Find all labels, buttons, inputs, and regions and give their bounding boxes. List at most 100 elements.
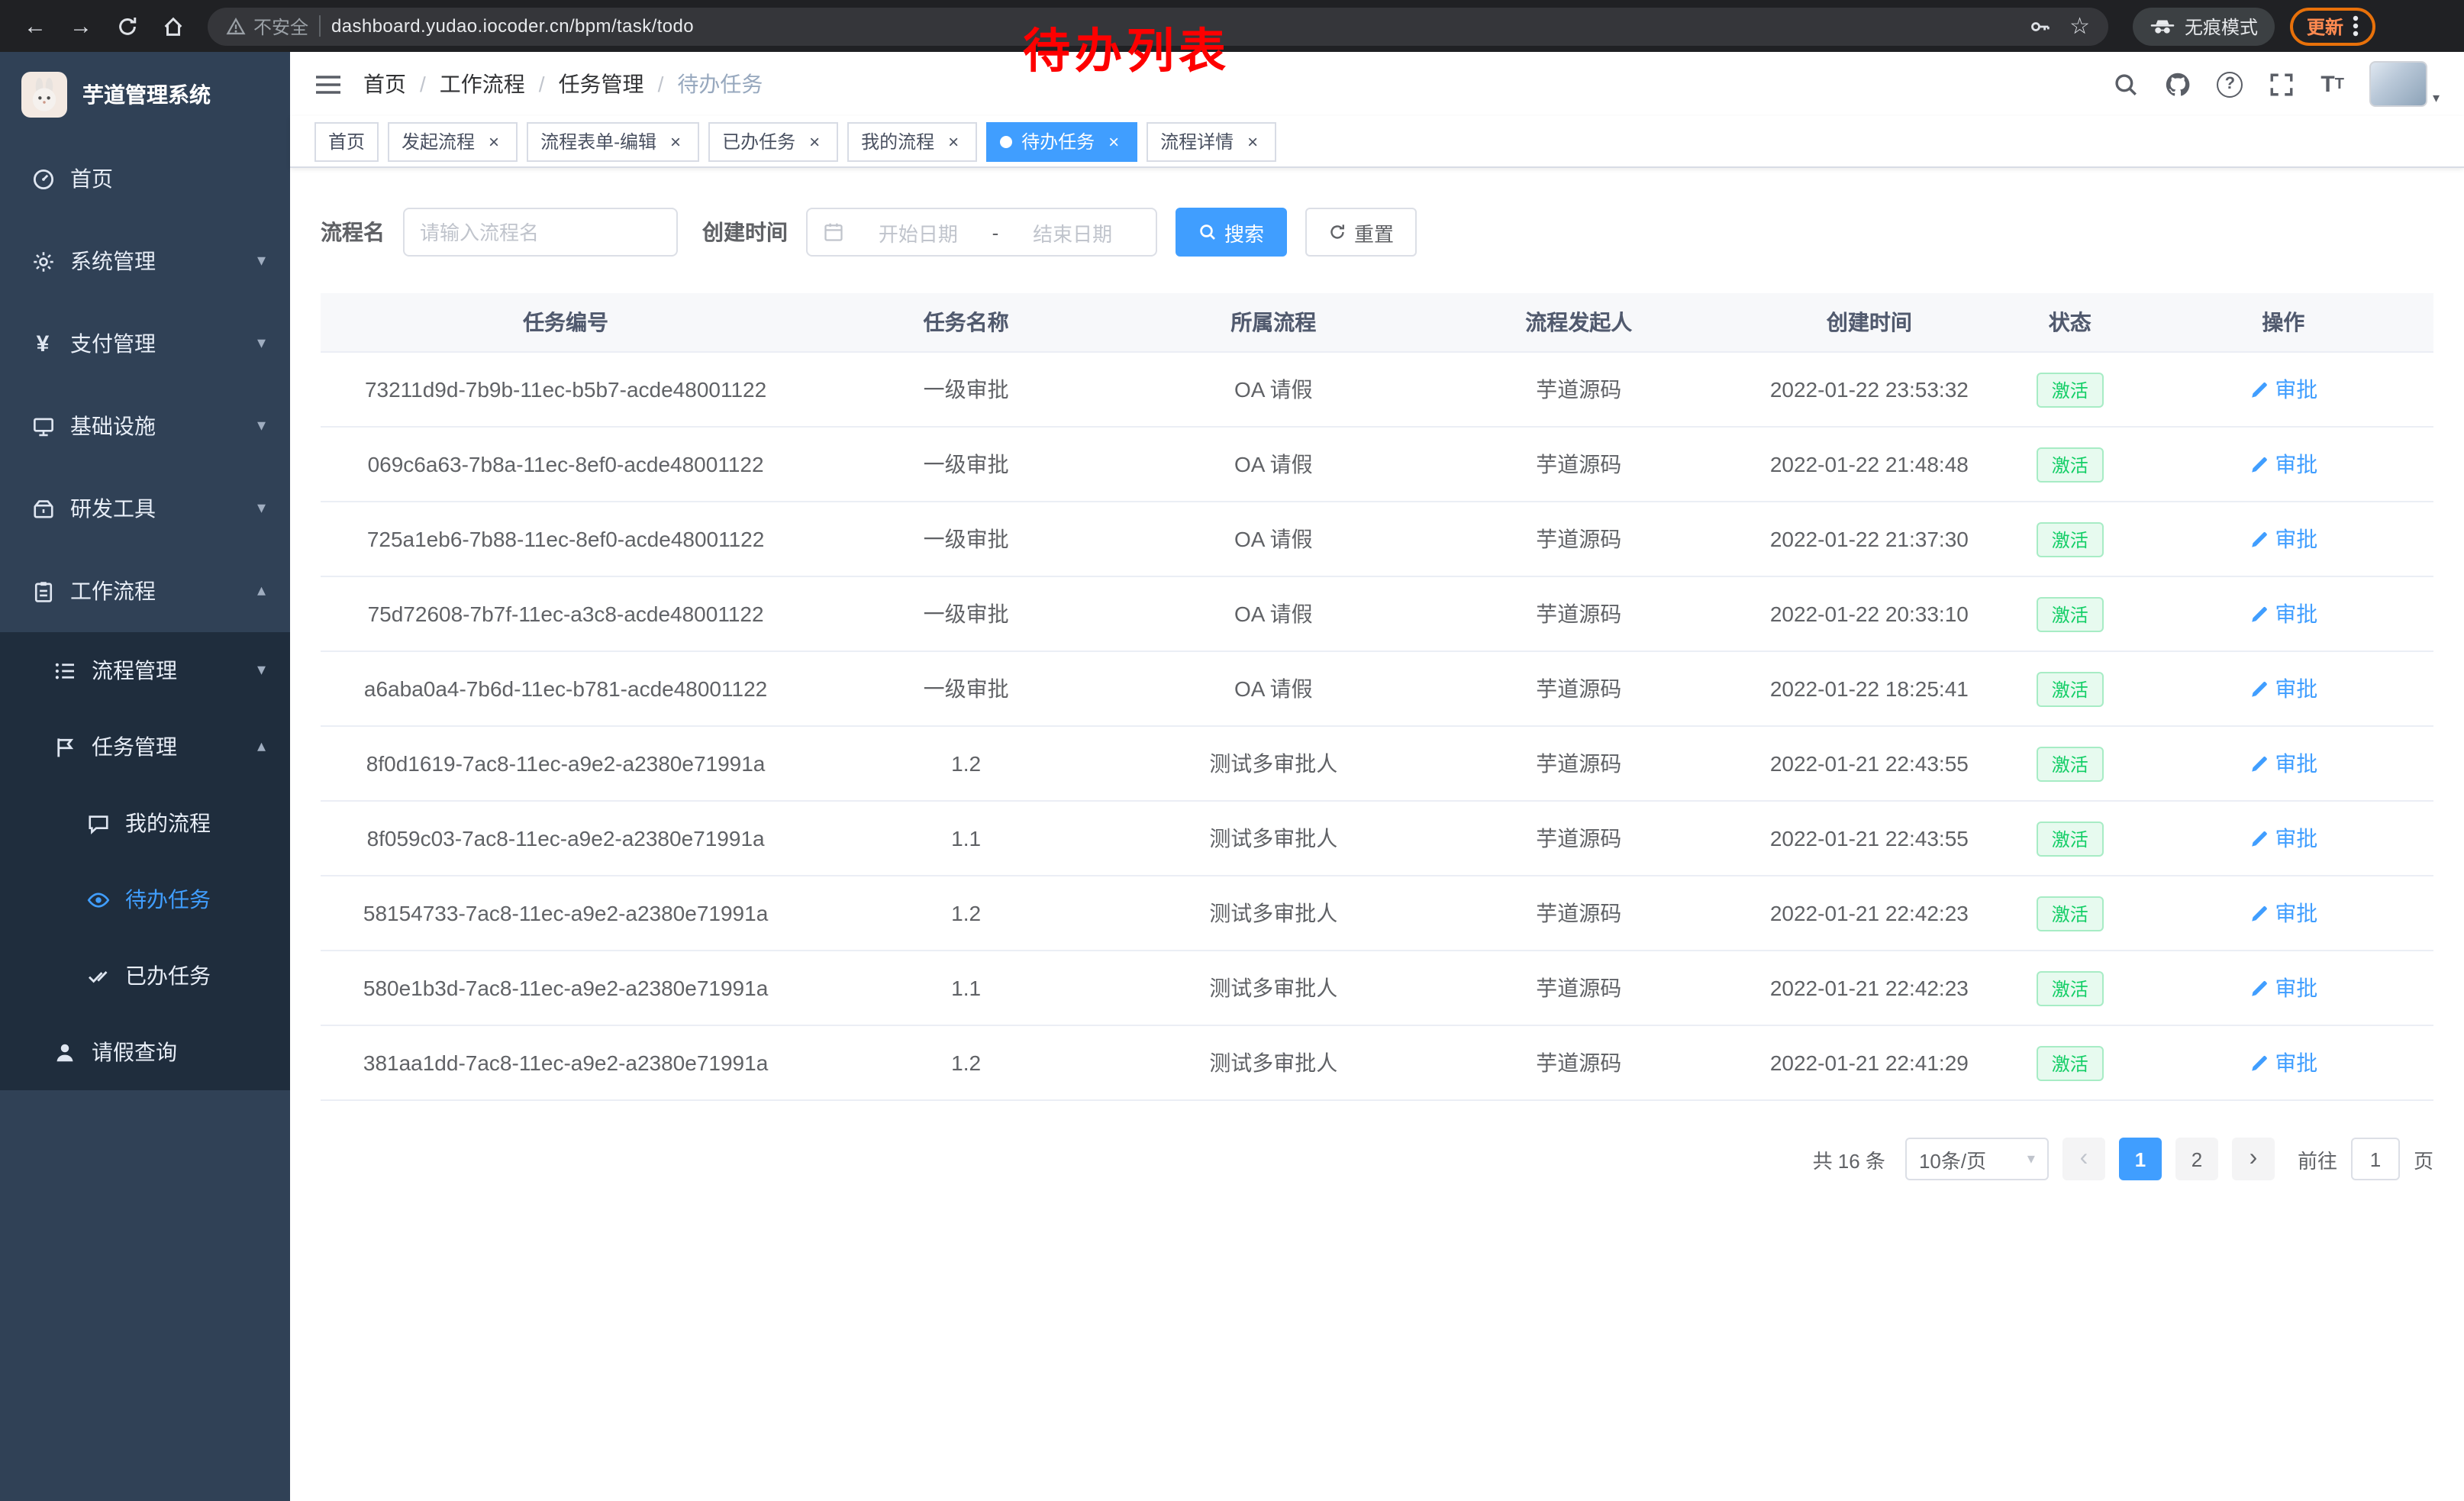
tab-form-edit[interactable]: 流程表单-编辑 (527, 121, 699, 161)
home-icon[interactable] (153, 6, 192, 46)
approve-link[interactable]: 审批 (2249, 374, 2317, 405)
tab-done-tasks[interactable]: 已办任务 (708, 121, 838, 161)
tab-label: 我的流程 (861, 128, 934, 154)
page-size-select[interactable]: 10条/页 (1905, 1138, 2049, 1180)
approve-link[interactable]: 审批 (2249, 673, 2317, 704)
approve-link[interactable]: 审批 (2249, 1047, 2317, 1078)
sidebar-item-my-process[interactable]: 我的流程 (0, 785, 290, 861)
cell-status: 激活 (2007, 353, 2133, 426)
bookmark-star-icon[interactable]: ☆ (2069, 15, 2090, 37)
warning-icon (226, 16, 246, 36)
task-table: 任务编号 任务名称 所属流程 流程发起人 创建时间 状态 操作 73211d9d… (321, 293, 2433, 1101)
update-button[interactable]: 更新 (2290, 7, 2375, 45)
cell-created: 2022-01-22 20:33:10 (1732, 577, 2007, 650)
sidebar-item-todo-tasks[interactable]: 待办任务 (0, 861, 290, 938)
cell-initiator: 芋道源码 (1426, 428, 1732, 501)
cell-process: 测试多审批人 (1121, 951, 1426, 1025)
sidebar-item-task-management[interactable]: 任务管理 (0, 709, 290, 785)
calendar-icon (823, 221, 844, 243)
cell-created: 2022-01-22 21:48:48 (1732, 428, 2007, 501)
close-icon[interactable] (1243, 131, 1263, 151)
sidebar-item-home[interactable]: 首页 (0, 137, 290, 220)
goto-page-input[interactable] (2351, 1138, 2400, 1180)
incognito-icon (2150, 18, 2175, 34)
cell-name: 1.2 (811, 1026, 1121, 1099)
breadcrumb-task-management[interactable]: 任务管理 (559, 69, 644, 99)
cell-name: 一级审批 (811, 652, 1121, 725)
tab-start-process[interactable]: 发起流程 (388, 121, 518, 161)
app-logo[interactable]: 芋道管理系统 (0, 52, 290, 137)
table-row: 725a1eb6-7b88-11ec-8ef0-acde48001122一级审批… (321, 502, 2433, 577)
edit-icon (2249, 379, 2269, 399)
fullscreen-icon[interactable] (2269, 71, 2295, 97)
date-range-picker[interactable]: 开始日期 - 结束日期 (806, 208, 1157, 257)
tab-label: 发起流程 (402, 128, 475, 154)
menu-dots-icon[interactable] (2353, 15, 2359, 37)
sidebar-item-system[interactable]: 系统管理 (0, 220, 290, 302)
close-icon[interactable] (1104, 131, 1124, 151)
help-icon[interactable]: ? (2217, 71, 2243, 97)
sidebar-item-label: 工作流程 (70, 576, 156, 606)
approve-link[interactable]: 审批 (2249, 823, 2317, 854)
cell-action: 审批 (2133, 1026, 2433, 1099)
reload-icon[interactable] (107, 6, 147, 46)
approve-link[interactable]: 审批 (2249, 748, 2317, 779)
chevron-down-icon (2027, 1151, 2035, 1167)
chevron-down-icon (257, 253, 266, 270)
tab-my-process[interactable]: 我的流程 (847, 121, 977, 161)
cell-status: 激活 (2007, 876, 2133, 950)
edit-icon (2249, 978, 2269, 998)
browser-chrome: ← → 不安全 dashboard.yudao.iocoder.cn/bpm/t… (0, 0, 2464, 52)
incognito-badge: 无痕模式 (2133, 7, 2275, 45)
font-size-icon[interactable]: TT (2320, 71, 2344, 97)
approve-link[interactable]: 审批 (2249, 524, 2317, 554)
close-icon[interactable] (943, 131, 963, 151)
page-button-2[interactable]: 2 (2175, 1138, 2218, 1180)
sidebar-item-done-tasks[interactable]: 已办任务 (0, 938, 290, 1014)
chevron-up-icon (257, 738, 266, 755)
cell-id: 725a1eb6-7b88-11ec-8ef0-acde48001122 (321, 502, 811, 576)
key-icon[interactable] (2028, 15, 2051, 37)
tab-home[interactable]: 首页 (314, 121, 379, 161)
approve-link[interactable]: 审批 (2249, 599, 2317, 629)
sidebar-item-infra[interactable]: 基础设施 (0, 385, 290, 467)
column-header-created: 创建时间 (1732, 293, 2007, 351)
tab-todo-tasks[interactable]: 待办任务 (986, 121, 1137, 161)
sidebar-item-payment[interactable]: ¥ 支付管理 (0, 302, 290, 385)
table-row: 069c6a63-7b8a-11ec-8ef0-acde48001122一级审批… (321, 428, 2433, 502)
tags-view: 首页 发起流程 流程表单-编辑 已办任务 我的流程 (290, 116, 2464, 168)
reset-button[interactable]: 重置 (1305, 208, 1417, 257)
prev-page-button[interactable] (2062, 1138, 2105, 1180)
edit-icon (2249, 679, 2269, 699)
forward-icon[interactable]: → (61, 6, 101, 46)
process-name-input[interactable] (403, 208, 678, 257)
user-menu[interactable]: ▾ (2370, 61, 2440, 107)
sidebar-item-process-management[interactable]: 流程管理 (0, 632, 290, 709)
github-icon[interactable] (2165, 71, 2191, 97)
address-bar[interactable]: 不安全 dashboard.yudao.iocoder.cn/bpm/task/… (208, 7, 2108, 45)
sidebar-item-workflow[interactable]: 工作流程 (0, 550, 290, 632)
page-button-1[interactable]: 1 (2119, 1138, 2162, 1180)
sidebar-item-leave-query[interactable]: 请假查询 (0, 1014, 290, 1090)
breadcrumb-home[interactable]: 首页 (363, 69, 406, 99)
table-row: 58154733-7ac8-11ec-a9e2-a2380e71991a1.2测… (321, 876, 2433, 951)
close-icon[interactable] (666, 131, 685, 151)
approve-link[interactable]: 审批 (2249, 973, 2317, 1003)
approve-label: 审批 (2275, 374, 2317, 405)
tab-process-detail[interactable]: 流程详情 (1147, 121, 1276, 161)
close-icon[interactable] (805, 131, 824, 151)
edit-icon (2249, 828, 2269, 848)
close-icon[interactable] (484, 131, 504, 151)
approve-link[interactable]: 审批 (2249, 449, 2317, 479)
back-icon[interactable]: ← (15, 6, 55, 46)
avatar[interactable] (2370, 61, 2428, 107)
approve-link[interactable]: 审批 (2249, 898, 2317, 928)
security-indicator[interactable]: 不安全 (226, 13, 308, 39)
breadcrumb-workflow[interactable]: 工作流程 (440, 69, 525, 99)
search-icon[interactable] (2113, 71, 2139, 97)
next-page-button[interactable] (2232, 1138, 2275, 1180)
sidebar-item-devtools[interactable]: 研发工具 (0, 467, 290, 550)
sidebar-toggle-icon[interactable] (314, 73, 342, 95)
search-button[interactable]: 搜索 (1176, 208, 1287, 257)
table-row: 75d72608-7b7f-11ec-a3c8-acde48001122一级审批… (321, 577, 2433, 652)
